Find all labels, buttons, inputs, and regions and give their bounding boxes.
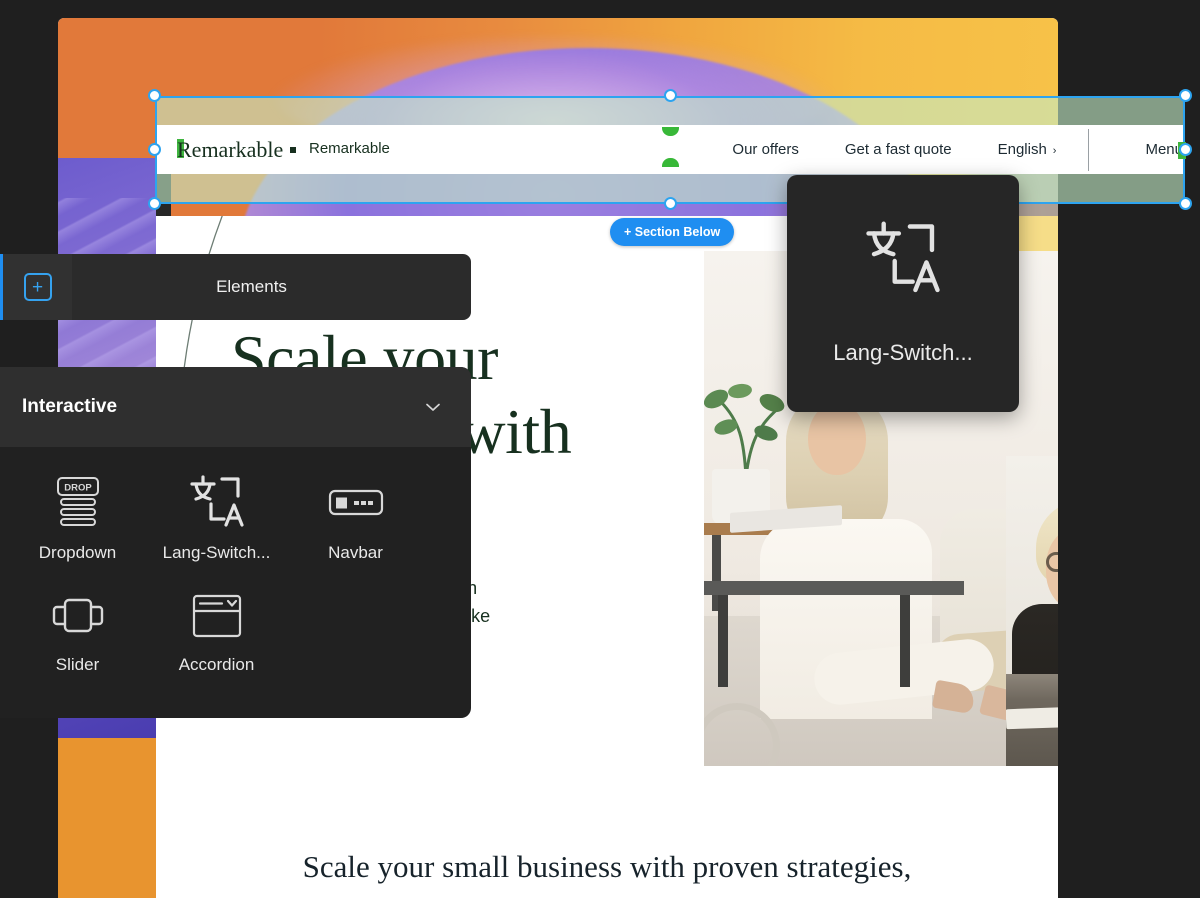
- elements-panel-title: Elements: [216, 277, 287, 296]
- navbar-selection-overlay[interactable]: Remarkable Remarkable Our offers Get a f…: [155, 96, 1186, 204]
- section-two: Scale your small business with proven st…: [156, 844, 1058, 898]
- screen-root: Scale your business with us Get started …: [0, 0, 1200, 898]
- navbar-logo-separator-dot: [290, 147, 296, 153]
- language-switcher-icon: [860, 221, 946, 306]
- selection-handle-bottom-center[interactable]: [664, 197, 677, 210]
- selection-handle-top-left[interactable]: [148, 89, 161, 102]
- selection-handle-top-right[interactable]: [1179, 89, 1192, 102]
- coffee-table-leg-right: [900, 595, 910, 687]
- element-tile-slider[interactable]: Slider: [8, 585, 147, 675]
- drag-ghost-label: Lang-Switch...: [833, 340, 973, 365]
- navbar-language-label: English: [997, 141, 1047, 158]
- section-two-heading-line-1: Scale your small business with proven st…: [302, 849, 912, 884]
- selection-handle-top-center[interactable]: [664, 89, 677, 102]
- navbar-logo-sans[interactable]: Remarkable: [309, 140, 390, 157]
- navbar-language-selector[interactable]: English ›: [998, 141, 1057, 158]
- element-tile-navbar[interactable]: Navbar: [286, 473, 425, 563]
- element-tile-label: Lang-Switch...: [162, 543, 271, 562]
- section-two-heading-line-2: expert support, and the tools you need t…: [299, 894, 915, 898]
- navbar-menu-button[interactable]: Menu: [1145, 141, 1186, 159]
- element-tile-lang-switch[interactable]: Lang-Switch...: [147, 473, 286, 563]
- secondary-photo: [1006, 456, 1058, 766]
- elements-panel-header: + Elements: [0, 254, 471, 320]
- person-one-face: [808, 403, 866, 475]
- navbar-icon: [325, 473, 387, 535]
- element-tile-dropdown[interactable]: DROP Dropdown: [8, 473, 147, 563]
- element-tile-label: Navbar: [328, 543, 383, 562]
- navbar-logo-serif[interactable]: Remarkable: [177, 137, 283, 163]
- svg-text:DROP: DROP: [64, 483, 92, 494]
- interactive-category-panel: Interactive DROP Dropdown Lang-Switch...…: [0, 367, 471, 718]
- drop-indicator-bottom: [662, 158, 679, 167]
- selection-handle-middle-right[interactable]: [1179, 143, 1192, 156]
- chevron-right-icon: ›: [1052, 145, 1057, 157]
- navbar-divider: [1088, 128, 1090, 171]
- interactive-category-header[interactable]: Interactive: [0, 367, 471, 447]
- element-tile-label: Slider: [55, 655, 100, 674]
- interactive-category-title: Interactive: [22, 396, 118, 417]
- coffee-table-top: [704, 581, 964, 595]
- chevron-down-icon[interactable]: [423, 397, 443, 417]
- dropdown-icon: DROP: [47, 473, 109, 535]
- selection-handle-middle-left[interactable]: [148, 143, 161, 156]
- selection-handle-bottom-right[interactable]: [1179, 197, 1192, 210]
- navbar-link-our-offers[interactable]: Our offers: [732, 141, 798, 158]
- interactive-elements-grid: DROP Dropdown Lang-Switch... Navbar Slid…: [0, 447, 471, 675]
- left-strip-orange: [58, 738, 156, 898]
- accordion-icon: [186, 585, 248, 647]
- navbar-links: Our offers Get a fast quote English › Men…: [732, 125, 1186, 174]
- element-tile-label: Dropdown: [38, 543, 117, 562]
- selection-handle-bottom-left[interactable]: [148, 197, 161, 210]
- element-tile-accordion[interactable]: Accordion: [147, 585, 286, 675]
- coffee-table-leg-left: [718, 595, 728, 687]
- add-element-button[interactable]: +: [0, 254, 72, 320]
- add-section-below-button[interactable]: + Section Below: [610, 218, 735, 246]
- closed-notebook: [1006, 706, 1058, 730]
- drag-ghost-lang-switch[interactable]: Lang-Switch...: [787, 175, 1019, 412]
- language-switcher-icon: [186, 473, 248, 535]
- navbar-link-get-a-fast-quote[interactable]: Get a fast quote: [845, 141, 952, 158]
- plant-icon: [704, 383, 785, 477]
- element-tile-label: Accordion: [178, 655, 255, 674]
- section-two-heading: Scale your small business with proven st…: [156, 844, 1058, 898]
- slider-icon: [47, 585, 109, 647]
- plus-glyph: +: [31, 276, 44, 298]
- plus-square-icon: +: [23, 273, 52, 301]
